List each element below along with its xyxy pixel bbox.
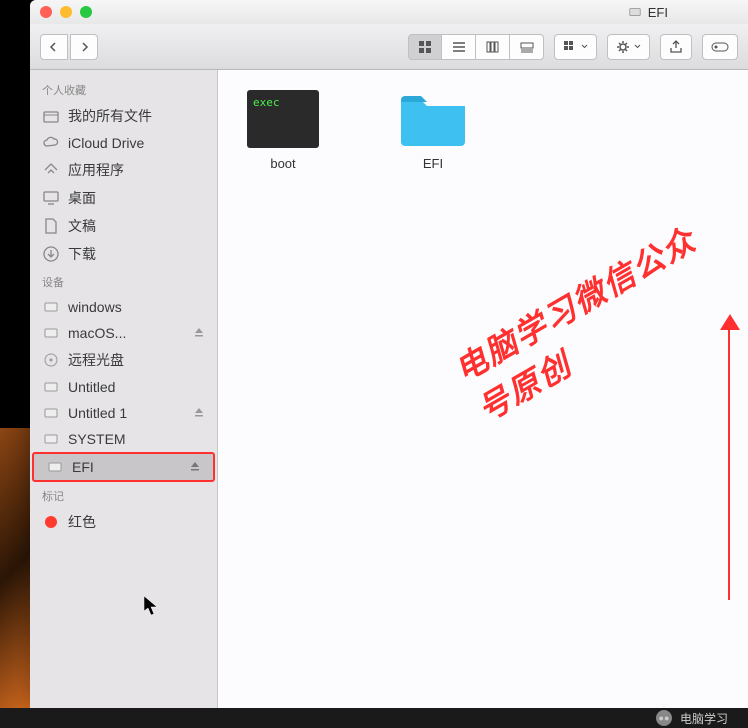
eject-icon[interactable] [193, 325, 205, 341]
sidebar-section-devices: 设备 [30, 268, 217, 294]
disk-icon [42, 430, 60, 448]
sidebar-item-label: Untitled [68, 379, 115, 395]
sidebar-item-downloads[interactable]: 下载 [30, 240, 217, 268]
columns-icon [486, 40, 500, 54]
disk-icon [42, 324, 60, 342]
arrange-icon [563, 40, 577, 54]
list-view-button[interactable] [442, 34, 476, 60]
tag-icon [711, 41, 729, 53]
file-item-boot[interactable]: exec boot [238, 90, 328, 171]
sidebar-section-tags: 标记 [30, 482, 217, 508]
column-view-button[interactable] [476, 34, 510, 60]
sidebar-item-label: 应用程序 [68, 160, 124, 180]
documents-icon [42, 217, 60, 235]
arrange-button[interactable] [554, 34, 597, 60]
exec-icon: exec [247, 90, 319, 148]
annotation-arrow-head [720, 314, 740, 330]
disk-icon [42, 298, 60, 316]
minimize-button[interactable] [60, 6, 72, 18]
forward-button[interactable] [70, 34, 98, 60]
action-button[interactable] [607, 34, 650, 60]
eject-icon[interactable] [193, 405, 205, 421]
folder-icon [397, 90, 469, 148]
watermark-text: 电脑学习微信公众号原创 [445, 201, 748, 431]
all-files-icon [42, 107, 60, 125]
sidebar-item-label: SYSTEM [68, 431, 126, 447]
disk-icon [46, 458, 64, 476]
chevron-right-icon [79, 42, 89, 52]
sidebar-item-label: iCloud Drive [68, 135, 144, 151]
disk-icon [42, 404, 60, 422]
file-label: boot [270, 156, 295, 171]
sidebar-item-icloud[interactable]: iCloud Drive [30, 130, 217, 156]
gear-icon [616, 40, 630, 54]
apps-icon [42, 161, 60, 179]
file-label: EFI [423, 156, 443, 171]
wechat-icon: ●● [656, 710, 672, 726]
chevron-left-icon [49, 42, 59, 52]
disk-icon [42, 378, 60, 396]
sidebar-item-macos[interactable]: macOS... [30, 320, 217, 346]
eject-icon[interactable] [189, 459, 201, 475]
titlebar: EFI [30, 0, 748, 24]
sidebar-item-desktop[interactable]: 桌面 [30, 184, 217, 212]
toolbar [30, 24, 748, 70]
sidebar: 个人收藏 我的所有文件 iCloud Drive 应用程序 桌面 文稿 下载 设… [30, 70, 218, 708]
footer-bar: ●● 电脑学习 [0, 708, 748, 728]
annotation-arrow [728, 320, 730, 600]
close-button[interactable] [40, 6, 52, 18]
sidebar-item-all-files[interactable]: 我的所有文件 [30, 102, 217, 130]
sidebar-item-windows[interactable]: windows [30, 294, 217, 320]
back-button[interactable] [40, 34, 68, 60]
finder-window: EFI 个人收藏 我的所有文件 iCloud Drive 应用程序 桌面 文稿 … [30, 0, 748, 708]
chevron-down-icon [634, 44, 641, 49]
sidebar-item-untitled[interactable]: Untitled [30, 374, 217, 400]
sidebar-item-system[interactable]: SYSTEM [30, 426, 217, 452]
sidebar-item-label: macOS... [68, 325, 126, 341]
sidebar-item-documents[interactable]: 文稿 [30, 212, 217, 240]
desktop-icon [42, 189, 60, 207]
sidebar-section-favorites: 个人收藏 [30, 76, 217, 102]
sidebar-item-label: EFI [72, 459, 94, 475]
sidebar-item-label: Untitled 1 [68, 405, 127, 421]
coverflow-view-button[interactable] [510, 34, 544, 60]
sidebar-item-label: 桌面 [68, 188, 96, 208]
share-button[interactable] [660, 34, 692, 60]
maximize-button[interactable] [80, 6, 92, 18]
sidebar-item-remote-disc[interactable]: 远程光盘 [30, 346, 217, 374]
content-area: exec boot EFI 电脑学习微信公众号原创 [218, 70, 748, 708]
sidebar-item-label: 红色 [68, 512, 96, 532]
share-icon [669, 40, 683, 54]
sidebar-item-label: 远程光盘 [68, 350, 124, 370]
sidebar-item-label: windows [68, 299, 122, 315]
sidebar-item-label: 文稿 [68, 216, 96, 236]
coverflow-icon [520, 40, 534, 54]
tags-button[interactable] [702, 34, 738, 60]
downloads-icon [42, 245, 60, 263]
footer-text: 电脑学习 [680, 710, 728, 727]
window-title: EFI [628, 0, 668, 24]
optical-icon [42, 351, 60, 369]
icloud-icon [42, 134, 60, 152]
list-icon [452, 40, 466, 54]
window-title-text: EFI [648, 5, 668, 20]
sidebar-item-applications[interactable]: 应用程序 [30, 156, 217, 184]
sidebar-item-label: 我的所有文件 [68, 106, 152, 126]
disk-icon [628, 5, 642, 19]
chevron-down-icon [581, 44, 588, 49]
grid-icon [418, 40, 432, 54]
file-item-efi-folder[interactable]: EFI [388, 90, 478, 171]
sidebar-item-tag-red[interactable]: 红色 [30, 508, 217, 536]
tag-red-icon [42, 513, 60, 531]
sidebar-item-label: 下载 [68, 244, 96, 264]
sidebar-item-untitled1[interactable]: Untitled 1 [30, 400, 217, 426]
sidebar-item-efi[interactable]: EFI [32, 452, 215, 482]
icon-view-button[interactable] [408, 34, 442, 60]
